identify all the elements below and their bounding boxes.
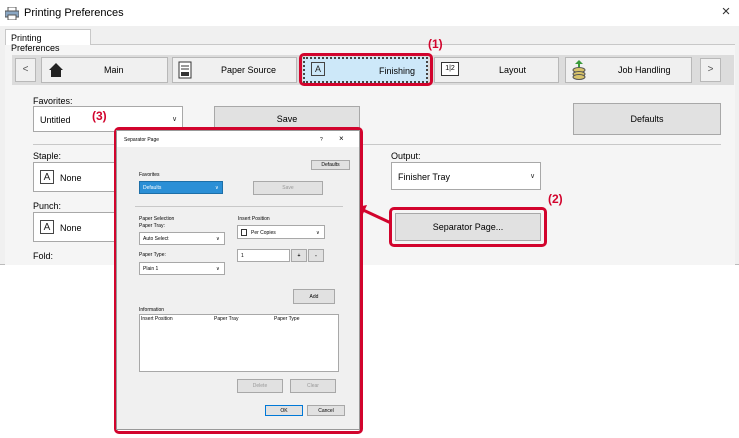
cancel-button[interactable]: Cancel	[307, 405, 345, 416]
callout-2-label: (2)	[548, 192, 563, 206]
nav-prev-button[interactable]: <	[15, 58, 36, 82]
job-handling-icon	[572, 60, 586, 80]
staple-select[interactable]: A None	[33, 162, 123, 192]
chevron-down-icon: ∨	[215, 185, 219, 191]
chevron-down-icon: ∨	[216, 236, 220, 242]
delete-button[interactable]: Delete	[237, 379, 283, 393]
count-value: 1	[241, 253, 244, 259]
divider	[135, 206, 343, 207]
col-paper-type: Paper Type	[274, 316, 300, 322]
nav-layout-button[interactable]: 1|2 Layout	[434, 57, 559, 83]
chevron-down-icon: ∨	[216, 266, 220, 272]
paper-type-value: Plain 1	[143, 266, 159, 272]
information-label: Information	[139, 307, 165, 313]
title-bar: Printing Preferences ×	[0, 0, 739, 26]
separator-page-button[interactable]: Separator Page...	[395, 213, 541, 241]
fold-label: Fold:	[33, 251, 54, 261]
nav-paper-source-label: Paper Source	[221, 65, 277, 75]
staple-value: None	[60, 173, 82, 183]
paper-selection-label: Paper Selection	[139, 216, 175, 222]
chevron-down-icon: ∨	[316, 230, 320, 236]
nav-job-handling-button[interactable]: Job Handling	[565, 57, 692, 83]
staple-label: Staple:	[33, 151, 62, 161]
clear-button[interactable]: Clear	[290, 379, 336, 393]
output-label: Output:	[391, 151, 421, 161]
chevron-down-icon: ∨	[530, 173, 536, 180]
dialog-title: Separator Page	[124, 137, 160, 143]
separator-page-dialog: Separator Page ? × Defaults Favorites De…	[116, 130, 360, 430]
paper-tray-label: Paper Tray:	[139, 223, 165, 229]
insert-position-label: Insert Position	[238, 216, 270, 222]
dialog-defaults-button[interactable]: Defaults	[311, 160, 350, 170]
paper-tray-icon	[178, 61, 192, 79]
dialog-favorites-value: Defaults	[143, 185, 162, 191]
insert-position-select[interactable]: Per Copies ∨	[237, 225, 325, 239]
paper-type-select[interactable]: Plain 1 ∨	[139, 262, 225, 275]
favorites-label: Favorites:	[33, 96, 73, 106]
help-icon[interactable]: ?	[320, 137, 323, 143]
dialog-close-icon[interactable]: ×	[339, 134, 344, 143]
ok-button[interactable]: OK	[265, 405, 303, 416]
nav-main-button[interactable]: Main	[41, 57, 168, 83]
callout-3-label: (3)	[92, 109, 107, 123]
home-icon	[49, 63, 63, 77]
col-insert-position: Insert Position	[141, 316, 173, 322]
information-table[interactable]: Insert Position Paper Tray Paper Type	[139, 314, 339, 372]
punch-none-icon: A	[40, 220, 54, 234]
printer-icon	[5, 7, 19, 20]
dialog-save-button[interactable]: Save	[253, 181, 323, 195]
output-value: Finisher Tray	[398, 172, 451, 182]
paper-tray-select[interactable]: Auto Select ∨	[139, 232, 225, 245]
insert-position-value: Per Copies	[251, 230, 276, 236]
paper-type-label: Paper Type:	[139, 252, 166, 258]
favorites-value: Untitled	[40, 115, 71, 125]
close-icon[interactable]: ×	[716, 3, 736, 23]
callout-1-label: (1)	[428, 37, 443, 51]
window-title: Printing Preferences	[24, 7, 124, 19]
output-select[interactable]: Finisher Tray ∨	[391, 162, 541, 190]
count-input[interactable]: 1	[237, 249, 290, 262]
paper-tray-value: Auto Select	[143, 236, 169, 242]
nav-main-label: Main	[104, 65, 124, 75]
punch-select[interactable]: A None	[33, 212, 123, 242]
dialog-favorites-label: Favorites	[139, 172, 160, 178]
tab-printing-preferences[interactable]: Printing Preferences	[5, 29, 91, 53]
nav-paper-source-button[interactable]: Paper Source	[172, 57, 297, 83]
nav-layout-label: Layout	[499, 65, 527, 75]
decrement-button[interactable]: -	[308, 249, 324, 262]
nav-next-button[interactable]: >	[700, 58, 721, 82]
punch-value: None	[60, 223, 82, 233]
staple-none-icon: A	[40, 170, 54, 184]
add-button[interactable]: Add	[293, 289, 335, 304]
nav-job-handling-label: Job Handling	[618, 65, 671, 75]
col-paper-tray: Paper Tray	[214, 316, 239, 322]
chevron-down-icon: ∨	[172, 116, 178, 123]
defaults-button[interactable]: Defaults	[573, 103, 721, 135]
layout-2up-icon: 1|2	[441, 62, 459, 76]
punch-label: Punch:	[33, 201, 62, 211]
tab-divider	[5, 44, 735, 45]
dialog-favorites-select[interactable]: Defaults ∨	[139, 181, 223, 194]
increment-button[interactable]: +	[291, 249, 307, 262]
callout-1-highlight	[299, 53, 433, 86]
copies-icon	[241, 229, 247, 236]
